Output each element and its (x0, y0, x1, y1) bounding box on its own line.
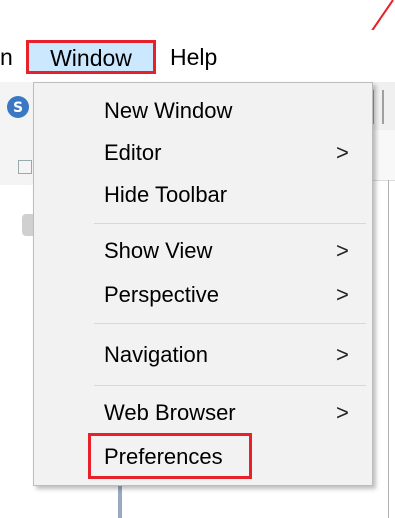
chevron-right-icon: > (336, 238, 349, 263)
menu-item-editor[interactable]: Editor > (34, 131, 374, 175)
menu-separator (94, 323, 366, 324)
menu-item-show-view[interactable]: Show View > (34, 229, 374, 273)
app-logo-icon[interactable]: S (6, 95, 30, 119)
chevron-right-icon: > (336, 282, 349, 307)
menu-bar: n Window Help (0, 30, 395, 82)
chevron-right-icon: > (336, 400, 349, 425)
scrollbar-edge (118, 485, 122, 518)
menu-item-label: Editor (104, 140, 162, 165)
editor-border (388, 180, 389, 518)
chevron-right-icon: > (336, 140, 349, 165)
menu-separator (94, 223, 366, 224)
toolbar-divider (382, 90, 384, 124)
view-minimize-icon[interactable] (18, 160, 32, 174)
menu-run[interactable]: n (0, 40, 16, 74)
menu-window[interactable]: Window (26, 40, 156, 74)
menu-item-new-window[interactable]: New Window (34, 89, 374, 133)
menu-item-label: New Window (104, 98, 233, 123)
window-menu-dropdown: New Window Editor > Hide Toolbar Show Vi… (33, 82, 373, 486)
menu-item-label: Show View (104, 238, 213, 263)
menu-item-hide-toolbar[interactable]: Hide Toolbar (34, 173, 374, 217)
preferences-highlight-box (88, 433, 252, 479)
menu-item-navigation[interactable]: Navigation > (34, 333, 374, 377)
menu-item-label: Perspective (104, 282, 219, 307)
menu-item-label: Web Browser (104, 400, 236, 425)
menu-item-label: Hide Toolbar (104, 182, 228, 207)
menu-item-label: Navigation (104, 342, 208, 367)
menu-separator (94, 385, 366, 386)
chevron-right-icon: > (336, 342, 349, 367)
menu-item-perspective[interactable]: Perspective > (34, 273, 374, 317)
menu-item-web-browser[interactable]: Web Browser > (34, 391, 374, 435)
menu-help[interactable]: Help (170, 40, 230, 74)
svg-text:S: S (13, 100, 23, 116)
